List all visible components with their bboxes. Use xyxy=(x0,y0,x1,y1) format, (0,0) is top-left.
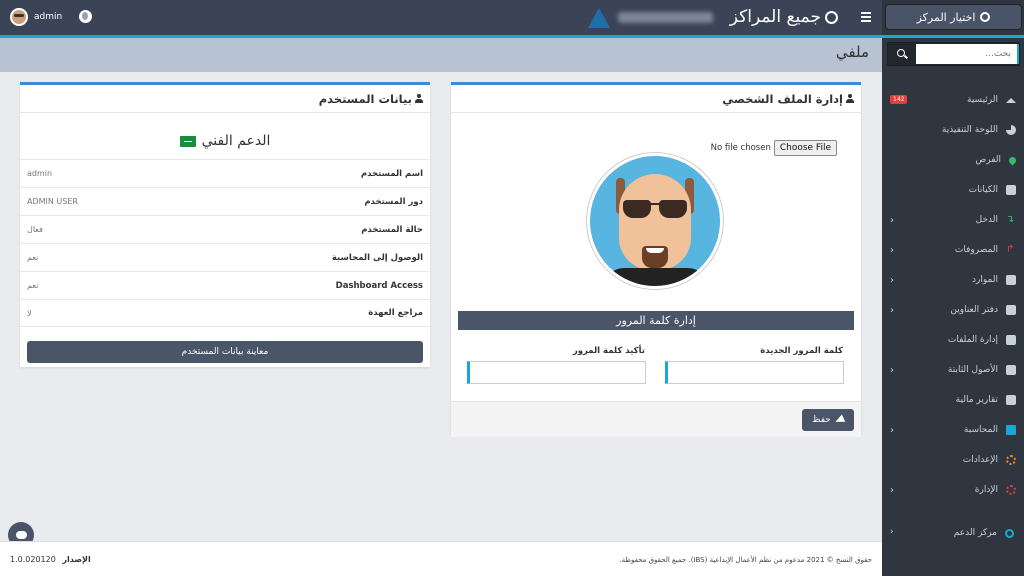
circle-icon xyxy=(1005,528,1014,538)
address-book-icon xyxy=(1006,305,1016,315)
files-icon xyxy=(1006,335,1016,345)
panel-header: بيانات المستخدم xyxy=(20,85,430,113)
calculator-icon xyxy=(1006,425,1016,435)
sidebar-item-home[interactable]: 142 الرئيسية xyxy=(882,85,1024,115)
profile-management-panel: إدارة الملف الشخصي No file chosen Choose… xyxy=(451,82,861,437)
circle-icon xyxy=(825,10,838,24)
user-avatar[interactable] xyxy=(10,8,28,26)
income-arrow-icon: ↴ xyxy=(1006,214,1015,225)
chevron-right-icon: › xyxy=(890,485,894,496)
profile-picture[interactable] xyxy=(587,153,723,289)
sidebar: اختيار المركز 142 الرئيسية اللوحة التنفي… xyxy=(882,0,1024,576)
bank-icon xyxy=(1006,185,1016,195)
company-logo xyxy=(588,8,738,28)
panel-title: إدارة الملف الشخصي xyxy=(722,91,843,106)
paper-plane-icon xyxy=(833,414,846,426)
table-row: نعم Dashboard Access xyxy=(20,271,430,299)
file-upload: No file chosen Choose File xyxy=(711,140,837,156)
table-row: فعال حالة المستخدم xyxy=(20,215,430,243)
search-button[interactable] xyxy=(888,43,916,65)
page-title: ملفي xyxy=(835,43,869,61)
sidebar-item-fixed-assets[interactable]: › الأصول الثابتة xyxy=(882,355,1024,385)
user-name[interactable]: admin xyxy=(34,12,62,22)
circle-icon xyxy=(980,12,991,22)
search-icon xyxy=(897,49,905,57)
cubes-icon xyxy=(1006,365,1016,375)
table-row: نعم الوصول إلى المحاسبة xyxy=(20,243,430,271)
chevron-right-icon: › xyxy=(890,425,894,436)
pie-chart-icon xyxy=(1006,125,1016,135)
menu-toggle-icon[interactable] xyxy=(861,12,871,22)
save-button[interactable]: حفظ xyxy=(802,409,854,431)
user-info-table: admin اسم المستخدم ADMIN USER دور المستخ… xyxy=(20,159,430,327)
table-row: لا مراجع العهدة xyxy=(20,299,430,327)
footer: 1.0.020120 الإصدار حقوق النسخ © 2021 مدع… xyxy=(0,541,882,576)
sidebar-item-expenses[interactable]: › المصروفات ↱ xyxy=(882,235,1024,265)
sidebar-menu: 142 الرئيسية اللوحة التنفيذية الفرص الكي… xyxy=(882,85,1024,505)
chevron-right-icon: › xyxy=(890,305,894,316)
users-icon xyxy=(1006,275,1016,285)
sidebar-item-file-management[interactable]: إدارة الملفات xyxy=(882,325,1024,355)
sidebar-search xyxy=(887,42,1020,66)
user-icon xyxy=(415,94,423,103)
search-input[interactable] xyxy=(916,44,1019,64)
sidebar-item-income[interactable]: › الدخل ↴ xyxy=(882,205,1024,235)
password-section-title: إدارة كلمة المرور xyxy=(458,311,854,330)
admin-cogs-icon xyxy=(1006,485,1016,495)
new-password-field[interactable] xyxy=(665,361,844,384)
select-center-button[interactable]: اختيار المركز xyxy=(885,4,1022,30)
no-file-text: No file chosen xyxy=(710,143,771,153)
chevron-right-icon: › xyxy=(890,215,894,226)
panel-title: بيانات المستخدم xyxy=(318,91,412,106)
chevron-right-icon: › xyxy=(890,245,894,256)
page-title-bar: ملفي xyxy=(0,38,882,72)
support-title: الدعم الفني xyxy=(20,133,430,149)
map-pin-icon xyxy=(1007,155,1018,165)
sidebar-item-dashboard[interactable]: اللوحة التنفيذية xyxy=(882,115,1024,145)
copyright-text: حقوق النسخ © 2021 مدعوم من نظم الأعمال ا… xyxy=(619,556,872,564)
table-row: admin اسم المستخدم xyxy=(20,159,430,187)
sidebar-item-opportunities[interactable]: الفرص xyxy=(882,145,1024,175)
expense-arrow-icon: ↱ xyxy=(1006,244,1015,255)
view-user-data-button[interactable]: معاينة بيانات المستخدم xyxy=(27,341,423,363)
globe-icon[interactable] xyxy=(79,10,92,23)
bar-chart-icon xyxy=(1006,395,1016,405)
sidebar-item-settings[interactable]: الإعدادات xyxy=(882,445,1024,475)
sidebar-accent-line xyxy=(882,35,1024,38)
user-data-panel: بيانات المستخدم الدعم الفني admin اسم ال… xyxy=(20,82,430,367)
confirm-password-field[interactable] xyxy=(467,361,646,384)
panel-footer: حفظ xyxy=(451,401,861,437)
sidebar-item-entities[interactable]: الكيانات xyxy=(882,175,1024,205)
sidebar-item-administration[interactable]: › الإدارة xyxy=(882,475,1024,505)
chevron-right-icon: › xyxy=(890,365,894,376)
table-row: ADMIN USER دور المستخدم xyxy=(20,187,430,215)
top-header: admin جميع المراكز xyxy=(0,0,882,35)
chevron-right-icon: › xyxy=(890,527,894,537)
sidebar-item-financial-reports[interactable]: تقارير مالية xyxy=(882,385,1024,415)
sidebar-item-resources[interactable]: › الموارد xyxy=(882,265,1024,295)
new-password-label: كلمة المرور الجديدة xyxy=(760,346,843,356)
sidebar-item-support-center[interactable]: › مركز الدعم xyxy=(882,520,1024,546)
home-icon xyxy=(1006,97,1016,103)
all-centers-title: جميع المراكز xyxy=(730,7,838,27)
choose-file-button[interactable]: Choose File xyxy=(773,140,837,156)
sidebar-item-accounting[interactable]: › المحاسبة xyxy=(882,415,1024,445)
chevron-right-icon: › xyxy=(890,275,894,286)
confirm-password-label: تأكيد كلمة المرور xyxy=(572,346,645,356)
sidebar-item-address-book[interactable]: › دفتر العناوين xyxy=(882,295,1024,325)
saudi-flag-icon xyxy=(179,135,196,147)
notification-badge: 142 xyxy=(890,95,908,104)
panel-header: إدارة الملف الشخصي xyxy=(451,85,861,113)
version-info: 1.0.020120 الإصدار xyxy=(10,555,91,564)
cogs-icon xyxy=(1006,455,1016,465)
user-icon xyxy=(846,94,854,103)
